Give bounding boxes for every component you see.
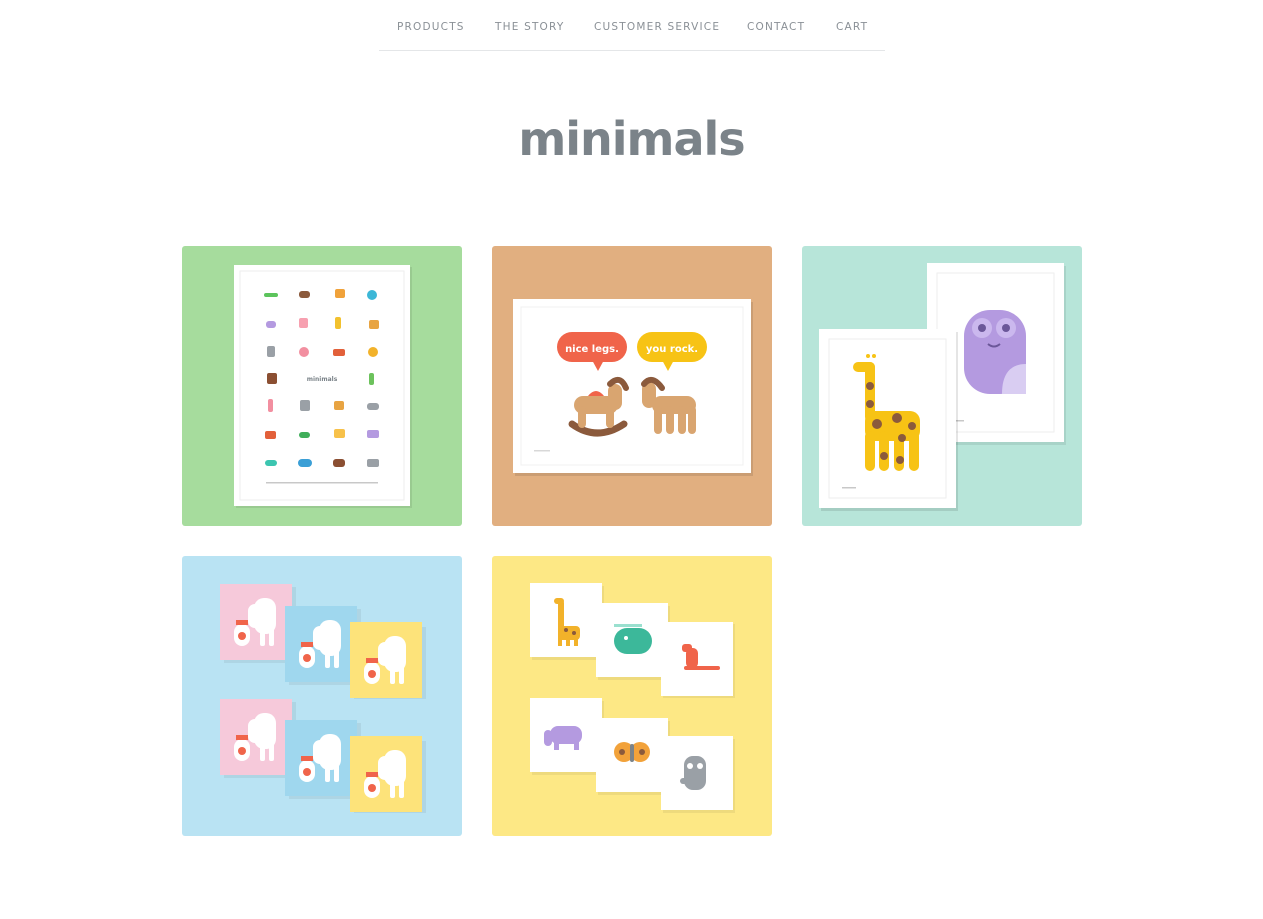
nav-contact[interactable]: CONTACT [747, 21, 805, 33]
nav-customer-service[interactable]: CUSTOMER SERVICE [594, 21, 720, 33]
owl-icon [964, 310, 1026, 394]
bubble-left-text: nice legs. [565, 344, 619, 355]
nav-products[interactable]: PRODUCTS [397, 21, 465, 33]
card-butterfly [596, 718, 670, 795]
site-logo[interactable]: minimals [0, 112, 1263, 166]
animal-poster-image: minimals [234, 265, 412, 508]
card-elephant [530, 698, 604, 775]
giraffe-owl-prints-image [819, 263, 1066, 511]
product-tile-animal-cards[interactable] [492, 556, 772, 836]
elephant-card-group-top [220, 584, 426, 699]
product-tile-giraffe-owl[interactable] [802, 246, 1082, 526]
card-kangaroo [661, 622, 735, 698]
top-navigation: PRODUCTS THE STORY CUSTOMER SERVICE CONT… [379, 0, 885, 51]
bubble-right-text: you rock. [646, 344, 698, 355]
nav-the-story[interactable]: THE STORY [495, 21, 564, 33]
poster-label: minimals [307, 376, 338, 383]
product-tile-elephant-cards[interactable] [182, 556, 462, 836]
elephant-cards-image [220, 584, 426, 813]
animal-card-set-image [530, 583, 735, 813]
rocking-horse-print-image: nice legs. you rock. [513, 299, 753, 476]
product-tile-rocking-horse[interactable]: nice legs. you rock. [492, 246, 772, 526]
card-raccoon [661, 736, 735, 813]
card-whale [596, 603, 670, 680]
product-tile-animal-poster[interactable]: minimals [182, 246, 462, 526]
elephant-card-group-bottom [220, 699, 426, 813]
card-giraffe [530, 583, 604, 660]
nav-cart[interactable]: CART [836, 21, 868, 33]
